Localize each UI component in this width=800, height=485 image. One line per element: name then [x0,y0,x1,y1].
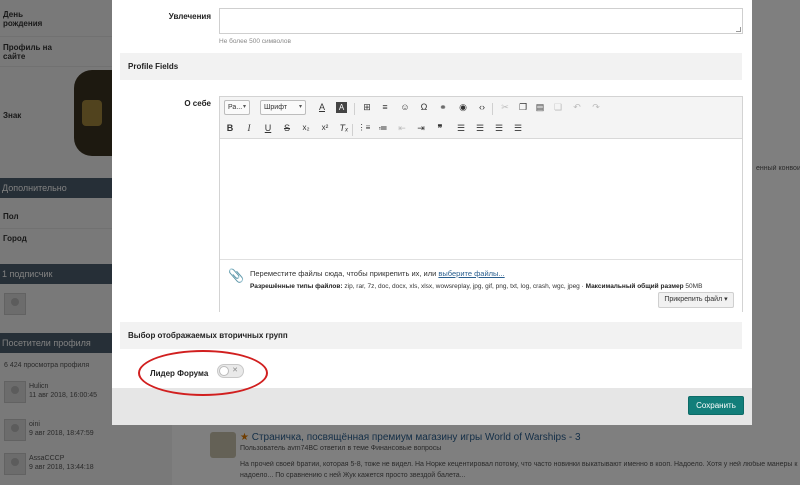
italic-icon[interactable]: I [242,121,256,135]
superscript-icon[interactable]: x² [318,121,332,135]
attachment-area[interactable]: 📎 Переместите файлы сюда, чтобы прикрепи… [220,259,742,312]
choose-files-link[interactable]: выберите файлы... [438,269,504,278]
paperclip-icon: 📎 [228,268,245,283]
editor-content-area[interactable] [220,140,742,258]
interests-hint: Не более 500 символов [219,38,291,45]
undo-icon[interactable]: ↶ [570,100,584,114]
allowed-file-types: Разрешённые типы файлов: zip, rar, 7z, d… [250,283,703,290]
text-color-icon[interactable]: A [315,100,329,114]
font-family-select[interactable]: Шрифт ▾ [260,100,306,115]
attachment-drop-text: Переместите файлы сюда, чтобы прикрепить… [250,269,505,278]
emoji-icon[interactable]: ☺ [398,100,412,114]
forum-leader-toggle[interactable]: ✕ [217,364,244,378]
edit-profile-modal: Увлечения Не более 500 символов Profile … [112,0,752,425]
forum-leader-label: Лидер Форума [150,369,209,378]
toggle-off-icon: ✕ [232,367,238,374]
toggle-knob [219,366,229,376]
profile-fields-header: Profile Fields [120,53,742,80]
align-center-icon[interactable]: ☰ [473,121,487,135]
paste-icon[interactable]: ▤ [533,100,547,114]
font-size-select[interactable]: Ра... ▾ [224,100,250,115]
subscript-icon[interactable]: x₂ [299,121,313,135]
save-button[interactable]: Сохранить [688,396,744,415]
bullet-list-icon[interactable]: ≔ [376,121,390,135]
redo-icon[interactable]: ↷ [589,100,603,114]
resize-handle-icon[interactable] [736,27,741,32]
background-color-icon[interactable]: A [336,102,347,113]
copy-icon[interactable]: ❐ [516,100,530,114]
bold-icon[interactable]: B [223,121,237,135]
table-icon[interactable]: ⊞ [360,100,374,114]
align-right-icon[interactable]: ☰ [492,121,506,135]
strikethrough-icon[interactable]: S [280,121,294,135]
attach-file-button[interactable]: Прикрепить файл ▾ [658,292,734,308]
about-label: О себе [184,99,211,108]
secondary-groups-header: Выбор отображаемых вторичных групп [120,322,742,349]
code-icon[interactable]: ‹› [475,100,489,114]
paste-text-icon[interactable]: ❏ [551,100,565,114]
remove-format-icon[interactable]: Tₓ [337,121,351,135]
link-icon[interactable]: ⚭ [436,100,450,114]
blockquote-icon[interactable]: ❞ [433,121,447,135]
special-char-icon[interactable]: Ω [417,100,431,114]
spoiler-icon[interactable]: ◉ [456,100,470,114]
indent-icon[interactable]: ⇥ [414,121,428,135]
align-justify-icon[interactable]: ☰ [511,121,525,135]
cut-icon[interactable]: ✂ [498,100,512,114]
underline-icon[interactable]: U [261,121,275,135]
editor-toolbar: Ра... ▾ Шрифт ▾ A A ⊞ ≡ ☺ Ω ⚭ ◉ ‹› ✂ ❐ ▤ ❏… [220,97,742,139]
modal-footer: Сохранить [112,388,752,425]
outdent-icon[interactable]: ⇤ [395,121,409,135]
horizontal-rule-icon[interactable]: ≡ [378,100,392,114]
numbered-list-icon[interactable]: ⋮≡ [357,121,371,135]
about-editor: Ра... ▾ Шрифт ▾ A A ⊞ ≡ ☺ Ω ⚭ ◉ ‹› ✂ ❐ ▤ ❏… [219,96,743,312]
align-left-icon[interactable]: ☰ [454,121,468,135]
interests-label: Увлечения [168,12,211,21]
interests-textarea[interactable] [219,8,743,34]
